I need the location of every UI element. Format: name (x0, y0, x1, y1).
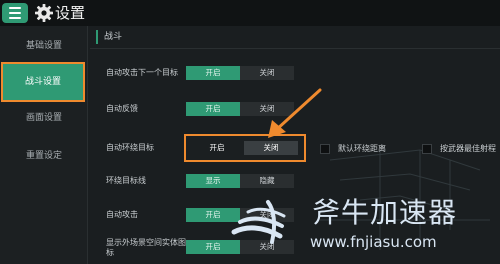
app-title: 设置 (55, 4, 86, 22)
watermark-title: 斧牛加速器 (312, 196, 458, 229)
toggle-on-option[interactable]: 开启 (186, 66, 240, 80)
sidebar-item-reset[interactable]: 重置设定 (0, 138, 88, 174)
row-label-auto-orbit: 自动环绕目标 (106, 143, 154, 152)
row-label-auto-attack-next: 自动攻击下一个目标 (106, 68, 178, 77)
sidebar: 基础设置 战斗设置 画面设置 重置设定 (0, 26, 88, 264)
checkbox-weapon-best-range[interactable] (422, 144, 432, 154)
arrow-icon (268, 88, 322, 138)
sidebar-item-basic[interactable]: 基础设置 (0, 28, 88, 64)
section-title: 战斗 (96, 30, 122, 44)
row-label-auto-attack: 自动攻击 (106, 210, 138, 219)
toggle-on-option[interactable]: 开启 (186, 102, 240, 116)
gear-icon (35, 4, 53, 22)
checkbox-default-orbit-distance[interactable] (320, 144, 330, 154)
toggle-auto-attack-next: 开启 关闭 (186, 66, 294, 80)
toggle-on-option[interactable]: 开启 (190, 141, 244, 155)
toggle-off-option[interactable]: 关闭 (240, 66, 294, 80)
title-bar: 设置 (0, 0, 500, 26)
toggle-off-option[interactable]: 关闭 (244, 141, 298, 155)
watermark-url: www.fnjiasu.com (310, 233, 437, 251)
toggle-off-option[interactable]: 隐藏 (240, 174, 294, 188)
toggle-orbit-line: 显示 隐藏 (186, 174, 294, 188)
section-divider (90, 48, 500, 49)
checkbox-label: 默认环绕距离 (338, 144, 386, 153)
toggle-on-option[interactable]: 显示 (186, 174, 240, 188)
row-label-auto-feedback: 自动反馈 (106, 104, 138, 113)
sidebar-item-graphics[interactable]: 画面设置 (0, 100, 88, 136)
watermark-logo (231, 200, 286, 244)
menu-icon[interactable] (2, 3, 28, 23)
row-label-orbit-line: 环绕目标线 (106, 176, 146, 185)
toggle-auto-orbit: 开启 关闭 (190, 141, 298, 155)
row-label-show-space-icons: 显示外场景空间实体图标 (106, 238, 186, 257)
checkbox-label: 按武器最佳射程 (440, 144, 496, 153)
sidebar-item-combat[interactable]: 战斗设置 (1, 62, 85, 102)
